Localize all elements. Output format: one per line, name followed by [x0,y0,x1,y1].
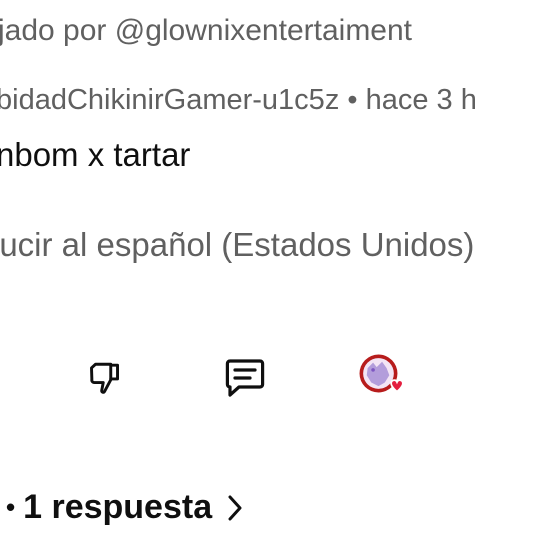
creator-heart-button[interactable] [355,350,411,406]
replies-bullet: • [6,492,16,522]
comment-text: nbom x tartar [0,136,191,173]
thumbs-down-icon [90,362,119,394]
chevron-right-icon [224,493,246,523]
translate-link[interactable]: lucir al español (Estados Unidos) [0,226,474,264]
comment-author-meta[interactable]: bidadChikinirGamer-u1c5z • hace 3 h [0,84,477,117]
dislike-button[interactable] [80,350,136,406]
reply-button[interactable] [217,350,273,406]
creator-heart-icon [359,354,404,393]
view-replies-button[interactable]: • 1 respuesta [6,488,246,527]
comment-icon [225,359,265,397]
replies-count-label: 1 respuesta [23,488,213,526]
comment-thread: jado por @glownixentertaiment bidadChiki… [0,0,560,560]
pinned-by-label: jado por @glownixentertaiment [0,14,413,47]
comment-action-bar [0,350,560,410]
